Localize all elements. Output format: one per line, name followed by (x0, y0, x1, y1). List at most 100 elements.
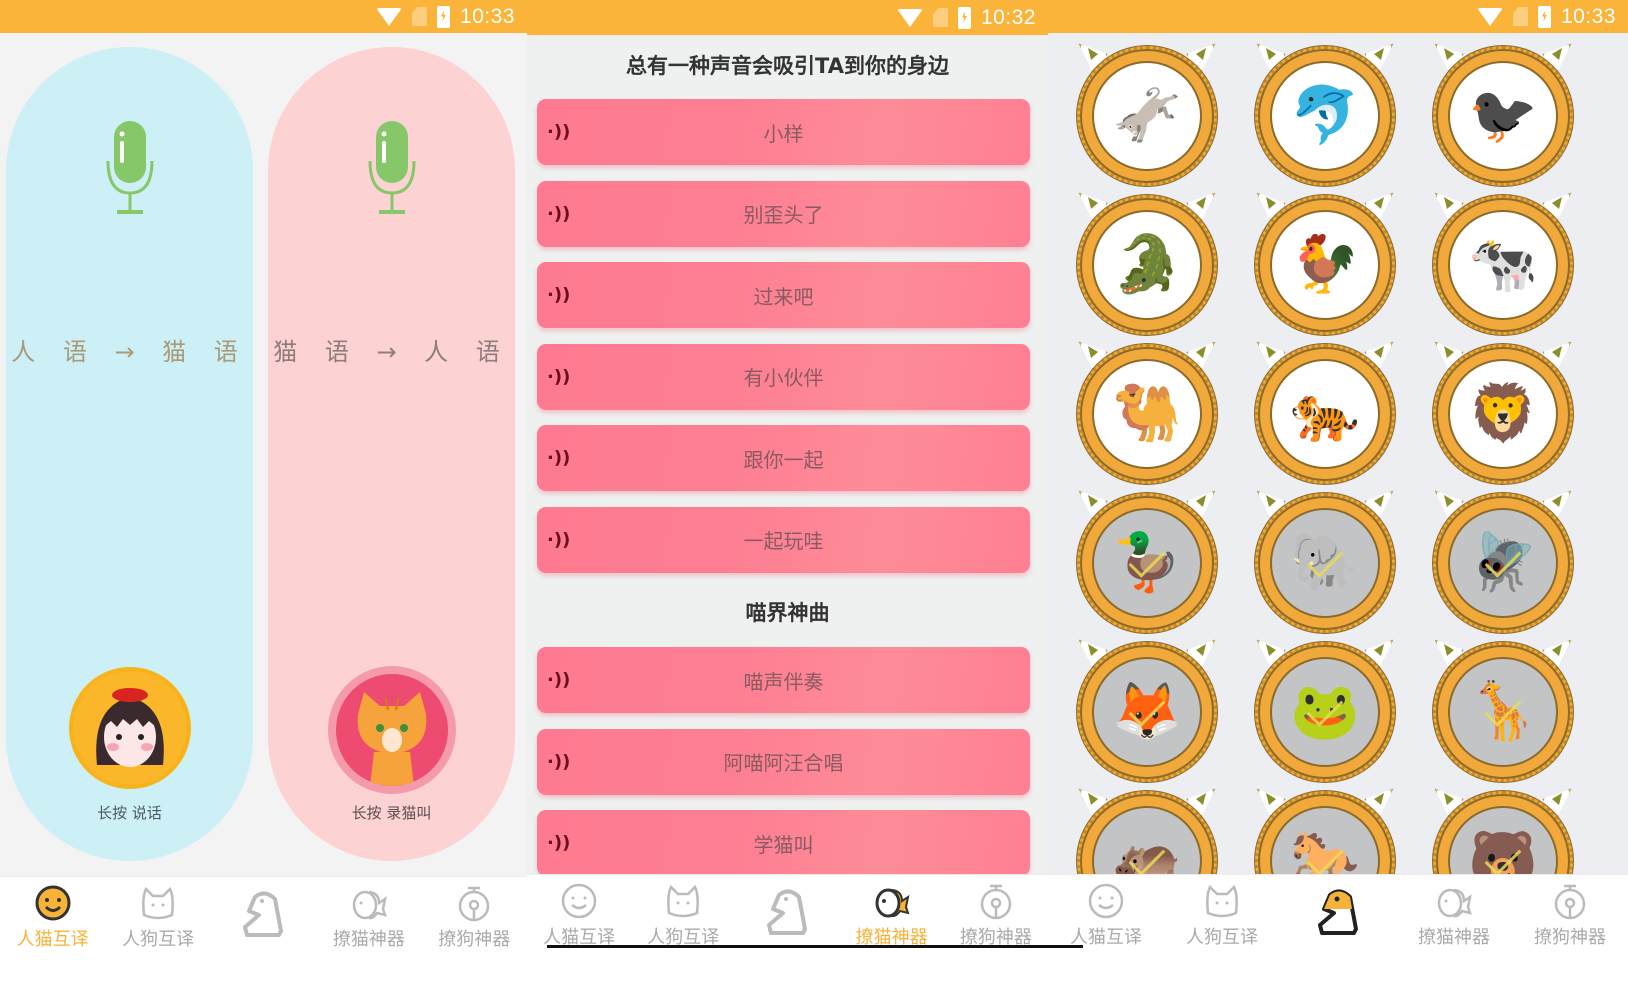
sound-button[interactable]: ·)) 一起玩哇 (537, 506, 1030, 573)
tab-tease-dog[interactable]: 撩狗神器 (422, 883, 527, 951)
tab-label: 人猫互译 (16, 929, 89, 950)
animal-badge-elephant[interactable]: 🐘 (1236, 485, 1414, 634)
sound-label: 小样 (763, 121, 804, 146)
status-bar: 10:33 (0, 0, 527, 33)
tab-human-cat[interactable]: 人猫互译 (1048, 881, 1164, 949)
badge-frame: 🫏 (1077, 46, 1217, 186)
sound-button[interactable]: ·)) 跟你一起 (537, 425, 1030, 491)
bell-icon (1554, 884, 1586, 920)
press-hint: 长按 录猫叫 (351, 804, 432, 822)
sound-label: 有小伙伴 (743, 366, 824, 390)
sound-label: 一起玩哇 (743, 529, 824, 553)
bottom-nav: 人猫互译 人狗互译 撩猫神器 撩狗神器 (0, 876, 527, 983)
badge-frame: 🐅 (1255, 344, 1395, 484)
status-bar: 10:32 (527, 0, 1048, 35)
cow-icon: 🐄 (1468, 232, 1538, 297)
press-hint: 长按 说话 (97, 804, 162, 822)
speaker-icon: ·)) (547, 669, 571, 691)
tab-human-cat[interactable]: 人猫互译 (527, 881, 631, 949)
tab-human-dog[interactable]: 人狗互译 (1164, 881, 1280, 949)
badge-frame: 🐦‍⬛ (1433, 46, 1573, 186)
panel-title: 猫 语 → 人 语 (273, 338, 510, 366)
sound-button[interactable]: ·)) 有小伙伴 (537, 343, 1030, 410)
sound-button[interactable]: ·)) 小样 (537, 99, 1030, 165)
animal-image: 🐸 (1270, 657, 1380, 767)
status-time: 10:33 (459, 4, 515, 28)
smiley-face-icon (1088, 883, 1124, 919)
camel-icon: 🐫 (1112, 381, 1182, 446)
animal-badge-crow[interactable]: 🐦‍⬛ (1414, 38, 1592, 187)
sound-button[interactable]: ·)) 喵声伴奏 (537, 647, 1030, 713)
speaker-icon: ·)) (547, 529, 571, 550)
animal-badge-fly[interactable]: 🪰 (1414, 485, 1592, 634)
tab-label: 撩猫神器 (332, 929, 405, 950)
sound-label: 喵声伴奏 (743, 669, 824, 694)
speaker-icon: ·)) (547, 832, 571, 854)
animal-image: 🪰 (1448, 508, 1558, 618)
cat-to-human-panel[interactable]: 猫 语 → 人 语 长按 录猫叫 (268, 47, 515, 861)
animal-badge-lion[interactable]: 🦁 (1414, 336, 1592, 485)
sound-button[interactable]: ·)) 阿喵阿汪合唱 (537, 728, 1030, 795)
cat-face-icon (1206, 884, 1238, 918)
tab-human-cat[interactable]: 人猫互译 (0, 883, 105, 951)
animal-image: 🐓 (1270, 210, 1380, 320)
sound-button[interactable]: ·)) 别歪头了 (537, 180, 1030, 247)
section-title-songs: 喵界神曲 (745, 601, 830, 625)
screen-animal-sounds: 10:33 🫏 🐬 🐦‍⬛ 🐊 🐓 🐄 🐫 🐅 🦁 🦆 🐘 🪰 🦊 🐸 🦒 🦛 🐎 🐻 人猫互译 人狗互译 撩猫神… (1048, 0, 1628, 983)
animal-image: 🐦‍⬛ (1448, 61, 1558, 171)
sound-label: 过来吧 (753, 284, 814, 309)
tab-label: 撩狗神器 (1534, 927, 1606, 948)
battery-charging-icon (957, 6, 971, 29)
animal-badge-frog[interactable]: 🐸 (1236, 634, 1414, 783)
panel-title: 人 语 → 猫 语 (11, 338, 248, 366)
human-to-cat-panel[interactable]: 人 语 → 猫 语 长按 说话 (6, 47, 253, 861)
sound-label: 学猫叫 (753, 832, 814, 857)
sound-label: 阿喵阿汪合唱 (723, 751, 844, 775)
tab-label: 撩狗神器 (438, 929, 511, 950)
rooster-icon: 🐓 (1290, 232, 1360, 297)
tab-tease-dog[interactable]: 撩狗神器 (1512, 881, 1628, 949)
tab-human-dog[interactable]: 人狗互译 (631, 881, 735, 949)
tiger-icon: 🐅 (1290, 381, 1360, 446)
animal-badge-giraffe[interactable]: 🦒 (1414, 634, 1592, 783)
animal-badge-rooster[interactable]: 🐓 (1236, 187, 1414, 336)
tab-tease-cat[interactable]: 撩猫神器 (1396, 881, 1512, 949)
animal-badge-crocodile[interactable]: 🐊 (1058, 187, 1236, 336)
animal-badge-cow[interactable]: 🐄 (1414, 187, 1592, 336)
animal-image: 🐅 (1270, 359, 1380, 469)
status-time: 10:33 (1560, 4, 1616, 28)
tab-tease-cat[interactable]: 撩猫神器 (316, 883, 421, 951)
animal-badge-donkey[interactable]: 🫏 (1058, 38, 1236, 187)
screen-translate-human-cat: 10:33 人 语 → 猫 语 长按 说话 猫 语 → 人 语 长按 录猫叫 人… (0, 0, 527, 983)
animal-badge-tiger[interactable]: 🐅 (1236, 336, 1414, 485)
tab-center[interactable] (1280, 881, 1396, 941)
smiley-face-icon (35, 885, 71, 921)
smiley-face-icon (561, 883, 597, 919)
girl-avatar[interactable] (68, 667, 191, 789)
cat-avatar[interactable] (335, 674, 448, 786)
animal-image: 🦆 (1092, 508, 1202, 618)
sound-button[interactable]: ·)) 过来吧 (537, 262, 1030, 328)
badge-frame: 🐘 (1255, 493, 1395, 633)
animal-image: 🦁 (1448, 359, 1558, 469)
animal-badge-dolphin[interactable]: 🐬 (1236, 38, 1414, 187)
tab-center[interactable] (211, 883, 316, 943)
sound-button[interactable]: ·)) 学猫叫 (537, 810, 1030, 876)
badge-frame: 🐊 (1077, 195, 1217, 335)
horse-chess-icon (243, 891, 284, 937)
animal-badge-camel[interactable]: 🐫 (1058, 336, 1236, 485)
tab-tease-cat[interactable]: 撩猫神器 (840, 881, 944, 949)
tab-center[interactable] (735, 881, 839, 941)
crow-icon: 🐦‍⬛ (1468, 83, 1538, 148)
speaker-icon: ·)) (547, 203, 571, 224)
fish-icon (352, 890, 387, 920)
dolphin-icon: 🐬 (1290, 83, 1360, 148)
animal-badge-fox[interactable]: 🦊 (1058, 634, 1236, 783)
animal-image: 🫏 (1092, 61, 1202, 171)
crocodile-icon: 🐊 (1112, 232, 1182, 297)
horse-chess-icon (767, 889, 808, 935)
tab-human-dog[interactable]: 人狗互译 (105, 883, 210, 951)
animal-badge-duck[interactable]: 🦆 (1058, 485, 1236, 634)
speaker-icon: ·)) (547, 284, 571, 306)
tab-tease-dog[interactable]: 撩狗神器 (944, 881, 1048, 949)
